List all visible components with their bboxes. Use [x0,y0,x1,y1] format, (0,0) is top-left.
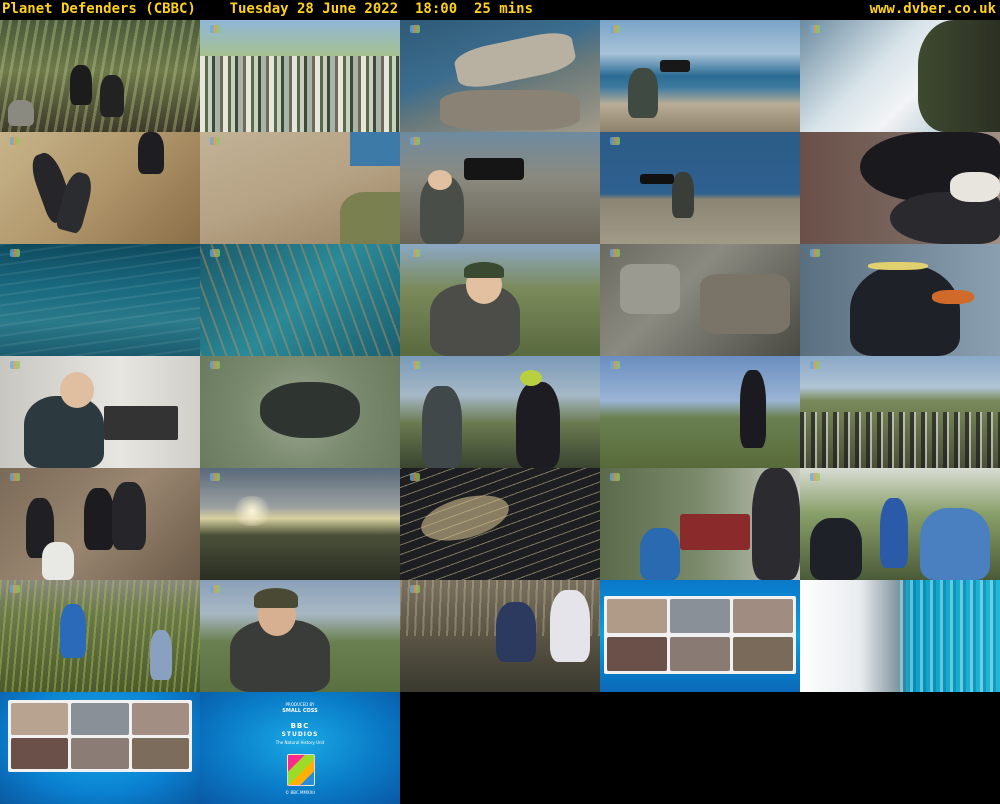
channel-logo-icon [210,473,220,481]
thumbnail-25[interactable] [800,468,1000,580]
channel-logo-icon [10,473,20,481]
thumbnail-22[interactable] [200,468,400,580]
thumbnail-6[interactable] [0,132,200,244]
channel-logo-icon [810,25,820,33]
thumbnail-grid: PRODUCED BY SMALL COSS BBC STUDIOS The N… [0,20,1000,804]
channel-logo-icon [810,249,820,257]
credit-copyright: © BBC MMXXII [285,790,315,795]
thumbnail-4[interactable] [600,20,800,132]
bbc-logo: BBC [290,722,310,730]
thumbnail-26[interactable] [0,580,200,692]
channel-logo-icon [210,137,220,145]
channel-logo-icon [210,585,220,593]
thumbnail-18[interactable] [400,356,600,468]
channel-logo-icon [210,25,220,33]
credit-unit: The Natural History Unit [275,740,325,745]
cbbc-logo-icon [287,754,315,786]
credit-team: SMALL COSS [282,708,318,714]
thumbnail-31[interactable] [0,692,200,804]
thumbnail-24[interactable] [600,468,800,580]
channel-logo-icon [210,361,220,369]
channel-logo-icon [210,249,220,257]
thumbnail-29[interactable] [600,580,800,692]
channel-logo-icon [410,473,420,481]
channel-logo-icon [410,25,420,33]
thumbnail-20[interactable] [800,356,1000,468]
credit-produced-by: PRODUCED BY [285,702,315,707]
thumbnail-11[interactable] [0,244,200,356]
thumbnail-16[interactable] [0,356,200,468]
thumbnail-8[interactable] [400,132,600,244]
programme-title: Planet Defenders (CBBC) Tuesday 28 June … [2,1,534,17]
channel-logo-icon [410,249,420,257]
thumbnail-1[interactable] [0,20,200,132]
thumbnail-14[interactable] [600,244,800,356]
channel-logo-icon [410,585,420,593]
thumbnail-17[interactable] [200,356,400,468]
thumbnail-15[interactable] [800,244,1000,356]
channel-logo-icon [10,249,20,257]
site-link[interactable]: www.dvber.co.uk [870,1,996,18]
thumbnail-3[interactable] [400,20,600,132]
channel-logo-icon [10,585,20,593]
title-bar: Planet Defenders (CBBC) Tuesday 28 June … [0,0,1000,20]
channel-logo-icon [610,249,620,257]
channel-logo-icon [610,25,620,33]
channel-logo-icon [410,137,420,145]
thumbnail-13[interactable] [400,244,600,356]
studios-wordmark: STUDIOS [281,731,319,738]
thumbnail-19[interactable] [600,356,800,468]
channel-logo-icon [610,137,620,145]
thumbnail-21[interactable] [0,468,200,580]
thumbnail-28[interactable] [400,580,600,692]
thumbnail-9[interactable] [600,132,800,244]
thumbnail-2[interactable] [200,20,400,132]
thumbnail-5[interactable] [800,20,1000,132]
thumbnail-12[interactable] [200,244,400,356]
channel-logo-icon [610,473,620,481]
channel-logo-icon [810,361,820,369]
thumbnail-27[interactable] [200,580,400,692]
thumbnail-10[interactable] [800,132,1000,244]
thumbnail-23[interactable] [400,468,600,580]
thumbnail-7[interactable] [200,132,400,244]
channel-logo-icon [10,361,20,369]
channel-logo-icon [810,473,820,481]
channel-logo-icon [410,361,420,369]
thumbnail-32[interactable]: PRODUCED BY SMALL COSS BBC STUDIOS The N… [200,692,400,804]
thumbnail-30[interactable] [800,580,1000,692]
channel-logo-icon [610,361,620,369]
channel-logo-icon [10,137,20,145]
